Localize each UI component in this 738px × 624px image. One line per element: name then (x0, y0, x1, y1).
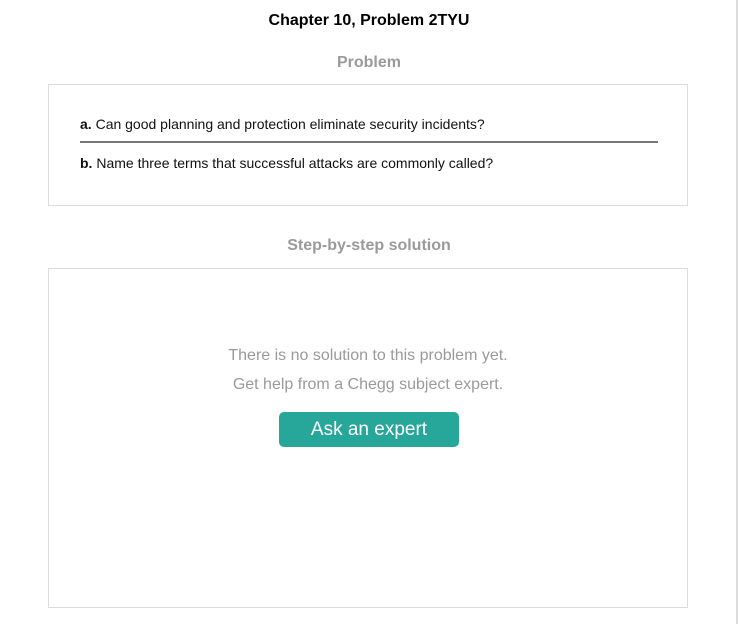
no-solution-message: There is no solution to this problem yet… (228, 347, 508, 364)
question-a-text: Can good planning and protection elimina… (95, 116, 485, 132)
problem-heading: Problem (336, 54, 401, 71)
question-divider (80, 141, 658, 143)
expert-help-message: Get help from a Chegg subject expert. (232, 376, 504, 393)
page: Chapter 10, Problem 2TYU Problem a. Can … (0, 0, 738, 624)
problem-box: a. Can good planning and protection elim… (48, 84, 688, 206)
question-a: a. Can good planning and protection elim… (80, 116, 485, 132)
question-a-letter: a. (80, 116, 92, 132)
question-b-letter: b. (80, 155, 93, 171)
ask-an-expert-button[interactable]: Ask an expert (279, 412, 459, 447)
question-b: b. Name three terms that successful atta… (80, 155, 493, 171)
solution-heading: Step-by-step solution (287, 237, 451, 254)
solution-box: There is no solution to this problem yet… (48, 268, 688, 608)
question-b-text: Name three terms that successful attacks… (96, 155, 494, 171)
page-title: Chapter 10, Problem 2TYU (268, 12, 470, 29)
